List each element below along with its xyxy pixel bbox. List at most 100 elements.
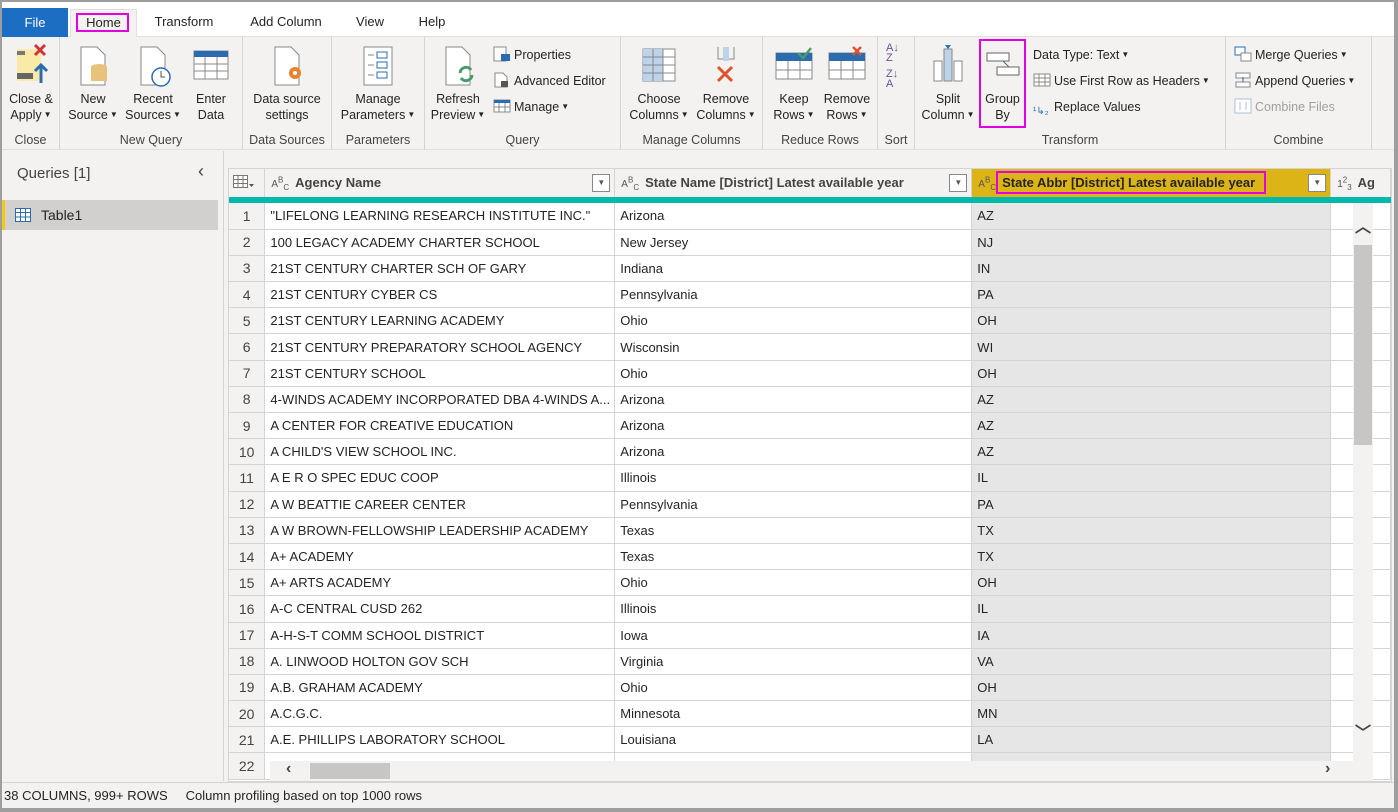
table-row[interactable]: 17 A-H-S-T COMM SCHOOL DISTRICT Iowa IA bbox=[229, 622, 1391, 649]
cell-agency-name[interactable]: 21ST CENTURY PREPARATORY SCHOOL AGENCY bbox=[264, 333, 616, 361]
cell-state-abbr[interactable]: MN bbox=[971, 700, 1332, 728]
cell-state-abbr[interactable]: OH bbox=[971, 674, 1332, 702]
column-header-ag[interactable]: 123 Ag bbox=[1330, 169, 1391, 197]
cell-agency-name[interactable]: A W BEATTIE CAREER CENTER bbox=[264, 491, 616, 518]
cell-state-name[interactable]: Illinois bbox=[614, 595, 973, 623]
cell-state-name[interactable]: Arizona bbox=[614, 203, 973, 230]
cell-state-name[interactable]: Texas bbox=[614, 543, 973, 571]
table-row[interactable]: 14 A+ ACADEMY Texas TX bbox=[229, 543, 1391, 571]
table-row[interactable]: 16 A-C CENTRAL CUSD 262 Illinois IL bbox=[229, 595, 1391, 623]
cell-state-name[interactable]: Ohio bbox=[614, 360, 973, 387]
data-source-settings-button[interactable]: Data source settings bbox=[247, 41, 327, 123]
column-filter-dropdown[interactable]: ▼ bbox=[949, 174, 968, 192]
table-row[interactable]: 4 21ST CENTURY CYBER CS Pennsylvania PA bbox=[229, 281, 1391, 309]
scroll-down-icon[interactable]: ﹀ bbox=[1355, 719, 1371, 743]
scroll-up-icon[interactable]: ︿ bbox=[1355, 213, 1371, 237]
tab-file[interactable]: File bbox=[2, 8, 68, 37]
table-row[interactable]: 10 A CHILD'S VIEW SCHOOL INC. Arizona AZ bbox=[229, 438, 1391, 466]
cell-state-name[interactable]: Ohio bbox=[614, 674, 973, 702]
cell-state-abbr[interactable]: LA bbox=[971, 726, 1332, 754]
cell-state-abbr[interactable]: AZ bbox=[971, 438, 1332, 466]
cell-state-name[interactable]: Illinois bbox=[614, 464, 973, 492]
cell-agency-name[interactable]: A.B. GRAHAM ACADEMY bbox=[264, 674, 616, 702]
table-row[interactable]: 3 21ST CENTURY CHARTER SCH OF GARY Indiana… bbox=[229, 255, 1391, 283]
table-row[interactable]: 9A CENTER FOR CREATIVE EDUCATION Arizona A… bbox=[229, 412, 1391, 440]
refresh-preview-button[interactable]: Refresh Preview ▼ bbox=[427, 41, 489, 123]
cell-agency-name[interactable]: A CHILD'S VIEW SCHOOL INC. bbox=[264, 438, 616, 466]
enter-data-button[interactable]: Enter Data bbox=[186, 41, 236, 123]
choose-columns-button[interactable]: Choose Columns ▼ bbox=[627, 41, 691, 123]
horizontal-scroll-thumb[interactable] bbox=[310, 763, 390, 779]
cell-state-abbr[interactable]: IN bbox=[971, 255, 1332, 283]
column-header-state-name[interactable]: ABC State Name [District] Latest availabl… bbox=[614, 169, 973, 197]
cell-state-name[interactable]: Texas bbox=[614, 517, 973, 544]
table-row[interactable]: 11 A E R O SPEC EDUC COOP Illinois IL bbox=[229, 464, 1391, 492]
cell-state-abbr[interactable]: TX bbox=[971, 517, 1332, 544]
cell-state-abbr[interactable]: IA bbox=[971, 622, 1332, 649]
tab-transform[interactable]: Transform bbox=[142, 9, 226, 37]
cell-agency-name[interactable]: 4-WINDS ACADEMY INCORPORATED DBA 4-WINDS… bbox=[264, 386, 616, 414]
cell-state-abbr[interactable]: WI bbox=[971, 333, 1332, 361]
keep-rows-button[interactable]: Keep Rows ▼ bbox=[769, 41, 819, 123]
cell-state-name[interactable]: Indiana bbox=[614, 255, 973, 283]
vertical-scrollbar[interactable]: ︿ ﹀ bbox=[1353, 203, 1373, 763]
append-queries-button[interactable]: Append Queries ▼ bbox=[1234, 72, 1355, 90]
cell-state-name[interactable]: Ohio bbox=[614, 569, 973, 597]
table-row[interactable]: 6 21ST CENTURY PREPARATORY SCHOOL AGENCY W… bbox=[229, 333, 1391, 361]
cell-agency-name[interactable]: A-H-S-T COMM SCHOOL DISTRICT bbox=[264, 622, 616, 649]
table-row[interactable]: 15 A+ ARTS ACADEMY Ohio OH bbox=[229, 569, 1391, 597]
cell-state-abbr[interactable]: OH bbox=[971, 307, 1332, 335]
new-source-button[interactable]: New Source ▼ bbox=[66, 41, 120, 123]
recent-sources-button[interactable]: Recent Sources ▼ bbox=[122, 41, 184, 123]
use-first-row-headers-button[interactable]: Use First Row as Headers ▼ bbox=[1033, 72, 1210, 90]
column-header-agency-name[interactable]: ABC Agency Name ▼ bbox=[264, 169, 616, 197]
cell-agency-name[interactable]: "LIFELONG LEARNING RESEARCH INSTITUTE IN… bbox=[264, 203, 616, 230]
table-row[interactable]: 18 A. LINWOOD HOLTON GOV SCH Virginia VA bbox=[229, 648, 1391, 675]
remove-rows-button[interactable]: Remove Rows ▼ bbox=[819, 41, 875, 123]
cell-state-name[interactable]: Arizona bbox=[614, 386, 973, 414]
merge-queries-button[interactable]: Merge Queries ▼ bbox=[1234, 46, 1348, 64]
cell-agency-name[interactable]: 100 LEGACY ACADEMY CHARTER SCHOOL bbox=[264, 229, 616, 256]
advanced-editor-button[interactable]: Advanced Editor bbox=[493, 72, 606, 90]
cell-state-abbr[interactable]: OH bbox=[971, 360, 1332, 387]
scroll-left-icon[interactable]: ‹ bbox=[286, 760, 291, 778]
cell-agency-name[interactable]: A W BROWN-FELLOWSHIP LEADERSHIP ACADEMY bbox=[264, 517, 616, 544]
cell-state-abbr[interactable]: AZ bbox=[971, 386, 1332, 414]
cell-agency-name[interactable]: A.E. PHILLIPS LABORATORY SCHOOL bbox=[264, 726, 616, 754]
remove-columns-button[interactable]: Remove Columns ▼ bbox=[693, 41, 759, 123]
properties-button[interactable]: Properties bbox=[493, 46, 571, 64]
table-row[interactable]: 1 "LIFELONG LEARNING RESEARCH INSTITUTE I… bbox=[229, 203, 1391, 230]
cell-agency-name[interactable]: 21ST CENTURY SCHOOL bbox=[264, 360, 616, 387]
cell-agency-name[interactable]: A+ ARTS ACADEMY bbox=[264, 569, 616, 597]
combine-files-button[interactable]: Combine Files bbox=[1234, 98, 1335, 116]
cell-state-abbr[interactable]: NJ bbox=[971, 229, 1332, 256]
cell-state-name[interactable]: Iowa bbox=[614, 622, 973, 649]
table-row[interactable]: 13 A W BROWN-FELLOWSHIP LEADERSHIP ACADEM… bbox=[229, 517, 1391, 544]
cell-state-name[interactable]: Minnesota bbox=[614, 700, 973, 728]
cell-agency-name[interactable]: A. LINWOOD HOLTON GOV SCH bbox=[264, 648, 616, 675]
cell-state-abbr[interactable]: AZ bbox=[971, 203, 1332, 230]
tab-add-column[interactable]: Add Column bbox=[240, 9, 332, 37]
cell-agency-name[interactable]: 21ST CENTURY CYBER CS bbox=[264, 281, 616, 309]
cell-state-name[interactable]: New Jersey bbox=[614, 229, 973, 256]
cell-state-abbr[interactable]: VA bbox=[971, 648, 1332, 675]
tab-home[interactable]: Home bbox=[70, 9, 137, 38]
table-row[interactable]: 5 21ST CENTURY LEARNING ACADEMY Ohio OH bbox=[229, 307, 1391, 335]
sort-ascending-button[interactable]: A↓ Z bbox=[886, 43, 899, 64]
close-apply-button[interactable]: Close & Apply ▼ bbox=[4, 41, 58, 123]
cell-agency-name[interactable]: A E R O SPEC EDUC COOP bbox=[264, 464, 616, 492]
cell-agency-name[interactable]: 21ST CENTURY LEARNING ACADEMY bbox=[264, 307, 616, 335]
split-column-button[interactable]: Split Column ▼ bbox=[919, 41, 977, 123]
tab-help[interactable]: Help bbox=[408, 9, 456, 37]
query-item-table1[interactable]: Table1 bbox=[2, 200, 218, 230]
table-row[interactable]: 19 A.B. GRAHAM ACADEMY Ohio OH bbox=[229, 674, 1391, 702]
cell-state-name[interactable]: Wisconsin bbox=[614, 333, 973, 361]
cell-state-abbr[interactable]: AZ bbox=[971, 412, 1332, 440]
cell-state-name[interactable]: Pennsylvania bbox=[614, 491, 973, 518]
cell-agency-name[interactable]: 21ST CENTURY CHARTER SCH OF GARY bbox=[264, 255, 616, 283]
table-row[interactable]: 21 A.E. PHILLIPS LABORATORY SCHOOL Louisia… bbox=[229, 726, 1391, 754]
sort-descending-button[interactable]: Z↓ A bbox=[886, 69, 898, 90]
cell-agency-name[interactable]: A CENTER FOR CREATIVE EDUCATION bbox=[264, 412, 616, 440]
scroll-right-icon[interactable]: › bbox=[1325, 760, 1330, 778]
cell-state-name[interactable]: Arizona bbox=[614, 438, 973, 466]
